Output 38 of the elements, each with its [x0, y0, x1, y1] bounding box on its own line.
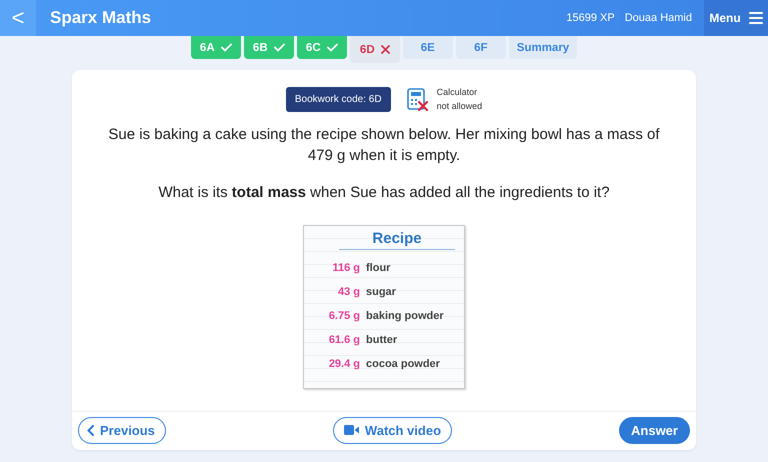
watch-video-button[interactable]: Watch video: [332, 416, 452, 444]
ingredient-name: flour: [366, 262, 392, 274]
ingredient-name: baking powder: [366, 310, 444, 322]
ingredient-amount: 29.4 g: [328, 358, 360, 370]
check-icon: [326, 43, 338, 52]
video-camera-icon: [344, 425, 359, 435]
section-tab[interactable]: 6B: [244, 36, 294, 59]
user-name: Douaa Hamid: [624, 12, 692, 24]
previous-button[interactable]: Previous: [78, 416, 166, 444]
section-tab[interactable]: 6F: [456, 36, 506, 59]
section-tab[interactable]: 6E: [402, 36, 453, 59]
calculator-label: Calculator: [436, 86, 478, 99]
answer-button[interactable]: Answer: [619, 416, 690, 444]
question-text: Sue is baking a cake using the recipe shown below. Her mixing bowl has a mass of 479 g when it is empty.: [107, 124, 661, 166]
cross-icon: [380, 45, 390, 54]
app-title: Sparx Maths: [50, 8, 152, 28]
ingredient-amount: 116 g: [331, 262, 360, 274]
ingredient-name: butter: [366, 334, 398, 346]
xp-count: 15699 XP: [566, 12, 615, 24]
menu-icon: [748, 12, 763, 24]
back-button[interactable]: <: [0, 0, 36, 36]
calculator-note: not allowed: [436, 100, 482, 113]
question-prompt: What is its total mass when Sue has added all the ingredients to it?: [157, 182, 611, 203]
ingredient-amount: 6.75 g: [328, 310, 360, 322]
ingredient-amount: 43 g: [336, 286, 360, 298]
ingredient-name: cocoa powder: [366, 358, 441, 370]
section-tab[interactable]: 6C: [296, 36, 347, 59]
chevron-left-icon: [87, 424, 94, 436]
section-tab[interactable]: Summary: [508, 36, 578, 59]
check-icon: [274, 43, 285, 52]
ingredient-name: sugar: [366, 286, 397, 298]
check-icon: [220, 43, 232, 52]
section-tab[interactable]: 6A: [190, 36, 241, 59]
menu-button[interactable]: Menu: [704, 0, 768, 36]
recipe-title: Recipe: [339, 230, 455, 250]
section-tab[interactable]: 6D: [350, 36, 400, 63]
bookwork-code: Bookwork code: 6D: [286, 87, 391, 112]
ingredient-amount: 61.6 g: [328, 334, 360, 346]
